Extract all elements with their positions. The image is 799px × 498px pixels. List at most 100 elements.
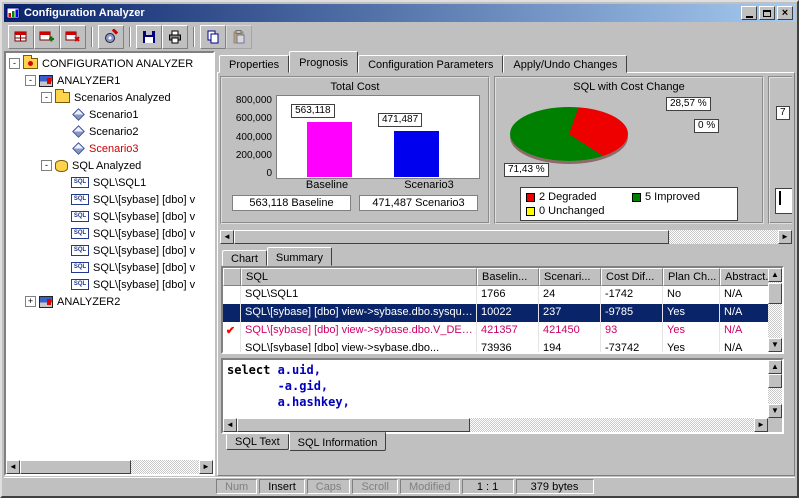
tab-sql-information[interactable]: SQL Information [289, 432, 387, 451]
tree-item-sql-sybase-dbo-v[interactable]: SQLSQL\[sybase] [dbo] v [6, 242, 213, 259]
scenario-icon [72, 125, 85, 138]
tree-item-sql-sybase-dbo-v[interactable]: SQLSQL\[sybase] [dbo] v [6, 259, 213, 276]
view-tabs: Chart Summary [222, 246, 794, 266]
column-header-cost-dif-[interactable]: Cost Dif... [601, 268, 663, 286]
scroll-thumb[interactable] [20, 460, 131, 474]
tree-item-configuration-analyzer[interactable]: - CONFIGURATION ANALYZER [6, 55, 213, 72]
tab-configuration-parameters[interactable]: Configuration Parameters [358, 55, 503, 73]
database-3-button[interactable] [60, 25, 86, 49]
sql-text-editor[interactable]: select a.uid, -a.gid, a.hashkey, [223, 360, 768, 418]
database-2-button[interactable] [34, 25, 60, 49]
sql-vertical-scrollbar[interactable]: ▲ ▼ [768, 360, 782, 418]
sql-horizontal-scrollbar[interactable]: ◄ ► [223, 418, 768, 432]
scroll-right-button[interactable]: ► [199, 460, 213, 474]
legend-swatch [526, 207, 535, 216]
toolbar [4, 23, 795, 50]
column-header-scenari-[interactable]: Scenari... [539, 268, 601, 286]
collapse-icon[interactable]: - [25, 75, 36, 86]
table-vertical-scrollbar[interactable]: ▲ ▼ [768, 268, 782, 352]
tree-item-scenario2[interactable]: Scenario2 [6, 123, 213, 140]
scroll-thumb[interactable] [234, 230, 669, 244]
scroll-track[interactable] [237, 418, 754, 432]
tab-properties[interactable]: Properties [219, 55, 289, 73]
collapse-icon[interactable]: - [41, 160, 52, 171]
scroll-thumb[interactable] [237, 418, 470, 432]
tree-item-analyzer2[interactable]: + ANALYZER2 [6, 293, 213, 310]
tree-horizontal-scrollbar[interactable]: ◄ ► [6, 460, 213, 474]
tab-summary[interactable]: Summary [267, 247, 332, 266]
tab-prognosis[interactable]: Prognosis [289, 51, 358, 73]
column-header-flag[interactable] [223, 268, 241, 286]
column-header-baselin-[interactable]: Baselin... [477, 268, 539, 286]
column-header-sql[interactable]: SQL [241, 268, 477, 286]
scroll-thumb[interactable] [768, 283, 782, 304]
tree-item-scenarios-analyzed[interactable]: -Scenarios Analyzed [6, 89, 213, 106]
tree-item-sql-sybase-dbo-v[interactable]: SQLSQL\[sybase] [dbo] v [6, 276, 213, 293]
close-icon: × [782, 8, 788, 18]
legend-swatch [779, 191, 781, 205]
table-cell: -9785 [601, 304, 663, 322]
status-num: Num [216, 479, 257, 494]
scroll-right-button[interactable]: ► [754, 418, 768, 432]
scroll-track[interactable] [768, 374, 782, 404]
scroll-track[interactable] [20, 460, 199, 474]
legend-swatch [632, 193, 641, 202]
save-button[interactable] [136, 25, 162, 49]
table-row[interactable]: SQL\[sybase] [dbo] view->sybase.dbo.sysq… [223, 304, 782, 322]
tab-chart[interactable]: Chart [222, 250, 267, 266]
close-button[interactable]: × [777, 6, 793, 20]
tree-item-scenario3[interactable]: Scenario3 [6, 140, 213, 157]
tree-item-analyzer1[interactable]: -ANALYZER1 [6, 72, 213, 89]
y-tick: 200,000 [236, 150, 272, 161]
sql-item-icon: SQL [71, 279, 89, 290]
scroll-left-button[interactable]: ◄ [223, 418, 237, 432]
scroll-left-button[interactable]: ◄ [6, 460, 20, 474]
analyze-gear-icon [103, 29, 119, 45]
scroll-left-button[interactable]: ◄ [220, 230, 234, 244]
tab-apply-undo-changes[interactable]: Apply/Undo Changes [503, 55, 627, 73]
scroll-up-button[interactable]: ▲ [768, 268, 782, 282]
column-header-plan-ch-[interactable]: Plan Ch... [663, 268, 720, 286]
charts-horizontal-scrollbar[interactable]: ◄ ► [220, 230, 792, 244]
scroll-down-button[interactable]: ▼ [768, 404, 782, 418]
titlebar[interactable]: Configuration Analyzer × [4, 4, 795, 22]
pie [510, 107, 628, 161]
scroll-track[interactable] [234, 230, 778, 244]
print-button[interactable] [162, 25, 188, 49]
collapse-icon[interactable]: - [9, 58, 20, 69]
analyze-button[interactable] [98, 25, 124, 49]
scroll-up-button[interactable]: ▲ [768, 360, 782, 374]
tree-item-label: CONFIGURATION ANALYZER [42, 58, 193, 70]
maximize-button[interactable] [759, 6, 775, 20]
table-cell: Yes [663, 340, 720, 354]
scroll-right-button[interactable]: ► [778, 230, 792, 244]
expand-icon[interactable]: + [25, 296, 36, 307]
tab-sql-text[interactable]: SQL Text [226, 434, 289, 450]
tree-item-scenario1[interactable]: Scenario1 [6, 106, 213, 123]
database-1-button[interactable] [8, 25, 34, 49]
tree-item-sql-analyzed[interactable]: -SQL Analyzed [6, 157, 213, 174]
tree-item-sql-sql1[interactable]: SQLSQL\SQL1 [6, 174, 213, 191]
legend-item: 2 Degraded [526, 190, 626, 204]
minimize-button[interactable] [741, 6, 757, 20]
tree-item-sql-sybase-dbo-v[interactable]: SQLSQL\[sybase] [dbo] v [6, 225, 213, 242]
scroll-track[interactable] [768, 282, 782, 338]
scroll-down-button[interactable]: ▼ [768, 338, 782, 352]
paste-button[interactable] [226, 25, 252, 49]
sql-line: a.hashkey, [227, 394, 764, 410]
tree-item-sql-sybase-dbo-v[interactable]: SQLSQL\[sybase] [dbo] v [6, 191, 213, 208]
copy-button[interactable] [200, 25, 226, 49]
collapse-icon[interactable]: - [41, 92, 52, 103]
table-cell: 10022 [477, 304, 539, 322]
tree-item-sql-sybase-dbo-v[interactable]: SQLSQL\[sybase] [dbo] v [6, 208, 213, 225]
sql-token: a.hashkey, [278, 395, 350, 409]
table-cell: Yes [663, 322, 720, 340]
table-row[interactable]: ✔SQL\[sybase] [dbo] view->sybase.dbo.V_D… [223, 322, 782, 340]
table-row[interactable]: SQL\SQL1176624-1742NoN/A [223, 286, 782, 304]
tree-item-label: ANALYZER2 [57, 296, 120, 308]
table-row[interactable]: SQL\[sybase] [dbo] view->sybase.dbo...73… [223, 340, 782, 354]
scroll-thumb[interactable] [768, 374, 782, 388]
toolbar-separator [91, 27, 93, 47]
table-cell: 421357 [477, 322, 539, 340]
legend-item: 0 Unchanged [526, 204, 626, 218]
